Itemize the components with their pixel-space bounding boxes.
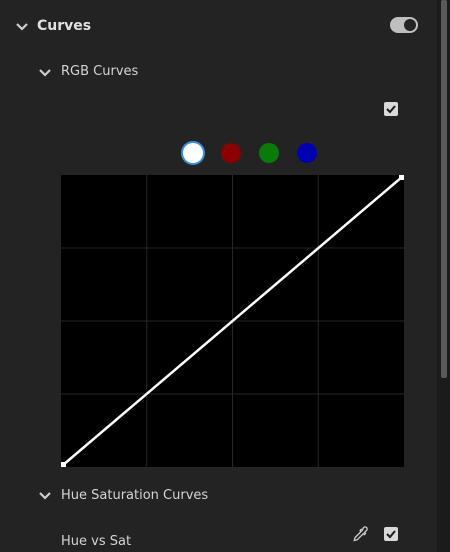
checkmark-icon [386, 105, 396, 114]
toggle-knob [404, 19, 416, 31]
blue-channel-button[interactable] [297, 143, 317, 163]
section-title-rgb-curves[interactable]: RGB Curves [61, 64, 138, 79]
eyedropper-icon[interactable] [351, 525, 369, 543]
chevron-down-icon[interactable] [38, 66, 52, 80]
hue-vs-sat-checkbox[interactable] [384, 527, 398, 541]
chevron-down-icon[interactable] [15, 20, 29, 34]
red-channel-button[interactable] [221, 143, 241, 163]
white-channel-button[interactable] [183, 143, 203, 163]
rgb-curves-checkbox[interactable] [384, 102, 398, 116]
green-channel-button[interactable] [259, 143, 279, 163]
curve-control-point-black[interactable] [60, 462, 66, 468]
curve-control-point-white[interactable] [399, 174, 405, 180]
scrollbar-thumb[interactable] [441, 0, 447, 378]
rgb-curve-graph[interactable] [60, 174, 405, 468]
chevron-down-icon[interactable] [38, 489, 52, 503]
checkmark-icon [386, 530, 396, 539]
hue-vs-sat-label: Hue vs Sat [61, 534, 132, 549]
section-title-curves[interactable]: Curves [37, 18, 91, 34]
section-title-hue-saturation-curves[interactable]: Hue Saturation Curves [61, 488, 208, 503]
curve-grid-svg [60, 174, 405, 468]
lumetri-curves-panel: Curves RGB Curves Hue Saturation Curves … [0, 0, 450, 552]
curves-toggle-switch[interactable] [390, 17, 418, 33]
